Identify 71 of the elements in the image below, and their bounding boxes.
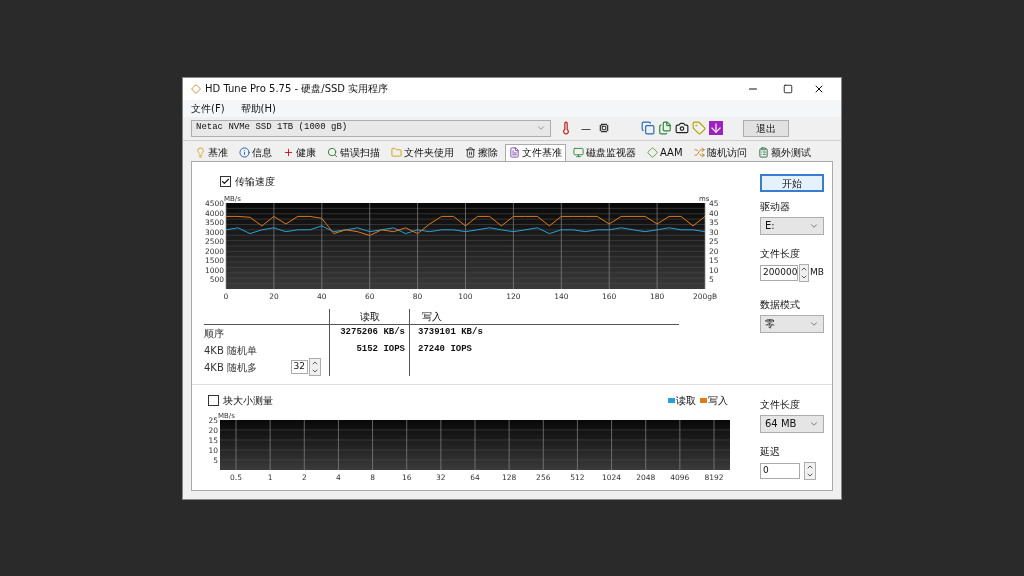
- down-icon: [311, 367, 319, 375]
- read-value: 5152 IOPS: [356, 343, 405, 357]
- tab[interactable]: 基准: [191, 143, 232, 161]
- trash-icon: [465, 146, 476, 158]
- window-title: HD Tune Pro 5.75 - 硬盘/SSD 实用程序: [205, 82, 390, 96]
- tab[interactable]: 文件基准: [505, 143, 566, 161]
- exit-button[interactable]: 退出: [743, 119, 789, 137]
- file-icon: [509, 147, 520, 158]
- maximize-icon[interactable]: [783, 83, 793, 94]
- tab[interactable]: 额外测试: [753, 143, 815, 161]
- shuffle-icon: [693, 146, 705, 158]
- field-label: 文件长度: [760, 246, 801, 261]
- temperature-reading: —: [581, 121, 591, 136]
- chip-icon: [599, 123, 609, 133]
- files-icon[interactable]: [658, 121, 672, 135]
- legend-label: 读取: [676, 393, 696, 408]
- spin-buttons[interactable]: [309, 358, 321, 376]
- dropdown[interactable]: E:: [760, 216, 824, 235]
- tab[interactable]: 磁盘监视器: [569, 143, 640, 161]
- row-label: 4KB 随机单: [204, 343, 257, 358]
- field-label: 延迟: [760, 444, 781, 459]
- tab[interactable]: 擦除: [461, 143, 502, 161]
- legend-swatch: [700, 397, 707, 403]
- copy-icon[interactable]: [641, 121, 655, 135]
- read-value: 3275206 KB/s: [340, 326, 405, 340]
- unit-label: MB: [810, 265, 824, 279]
- delay-field[interactable]: 0: [760, 462, 800, 479]
- menu-item[interactable]: 文件(F): [191, 100, 225, 116]
- tab[interactable]: AAM: [643, 143, 687, 161]
- dropdown[interactable]: 64 MB: [760, 414, 824, 433]
- app-icon: [191, 83, 201, 94]
- legend-label: 写入: [708, 393, 728, 408]
- cross-icon: [283, 146, 294, 158]
- up-icon: [311, 359, 319, 367]
- monitor-icon: [573, 146, 584, 158]
- spin-buttons[interactable]: [804, 461, 816, 480]
- legend-swatch: [668, 397, 675, 403]
- tab[interactable]: 错误扫描: [323, 143, 384, 161]
- lightbulb-icon: [195, 146, 206, 158]
- folder-icon: [391, 146, 402, 158]
- checkbox-label: 传输速度: [235, 174, 275, 189]
- queue-field[interactable]: 32: [290, 360, 308, 374]
- tab[interactable]: 信息: [235, 143, 276, 161]
- row-label: 顺序: [204, 326, 224, 341]
- info-icon: [239, 146, 250, 158]
- tab[interactable]: 健康: [279, 143, 320, 161]
- field-label: 驱动器: [760, 199, 791, 214]
- column-header: 读取: [359, 309, 380, 324]
- spin-buttons[interactable]: [799, 263, 810, 282]
- start-button[interactable]: 开始: [760, 173, 824, 192]
- write-value: 27240 IOPS: [418, 343, 472, 357]
- camera-icon[interactable]: [675, 121, 689, 135]
- row-label: 4KB 随机多: [204, 360, 257, 375]
- field-label: 数据模式: [760, 297, 801, 312]
- write-value: 3739101 KB/s: [418, 326, 483, 340]
- dropdown[interactable]: 零: [760, 314, 824, 333]
- column-header: 写入: [422, 309, 442, 324]
- checkbox[interactable]: [208, 394, 219, 406]
- caret-icon: [536, 123, 546, 133]
- tab[interactable]: 随机访问: [689, 143, 751, 161]
- tab[interactable]: 文件夹使用: [387, 143, 458, 161]
- field-label: 文件长度: [760, 397, 801, 412]
- drive-dropdown[interactable]: Netac NVMe SSD 1TB (1000 gB): [191, 119, 551, 137]
- checkbox-label: 块大小测量: [223, 393, 273, 408]
- menu-item[interactable]: 帮助(H): [240, 100, 276, 116]
- search-icon: [327, 146, 338, 158]
- diamond-icon: [647, 146, 658, 158]
- file-length-field[interactable]: 200000: [760, 264, 798, 281]
- list-icon: [757, 146, 769, 158]
- checkbox[interactable]: [220, 175, 231, 187]
- arrow-down-icon[interactable]: [709, 121, 723, 135]
